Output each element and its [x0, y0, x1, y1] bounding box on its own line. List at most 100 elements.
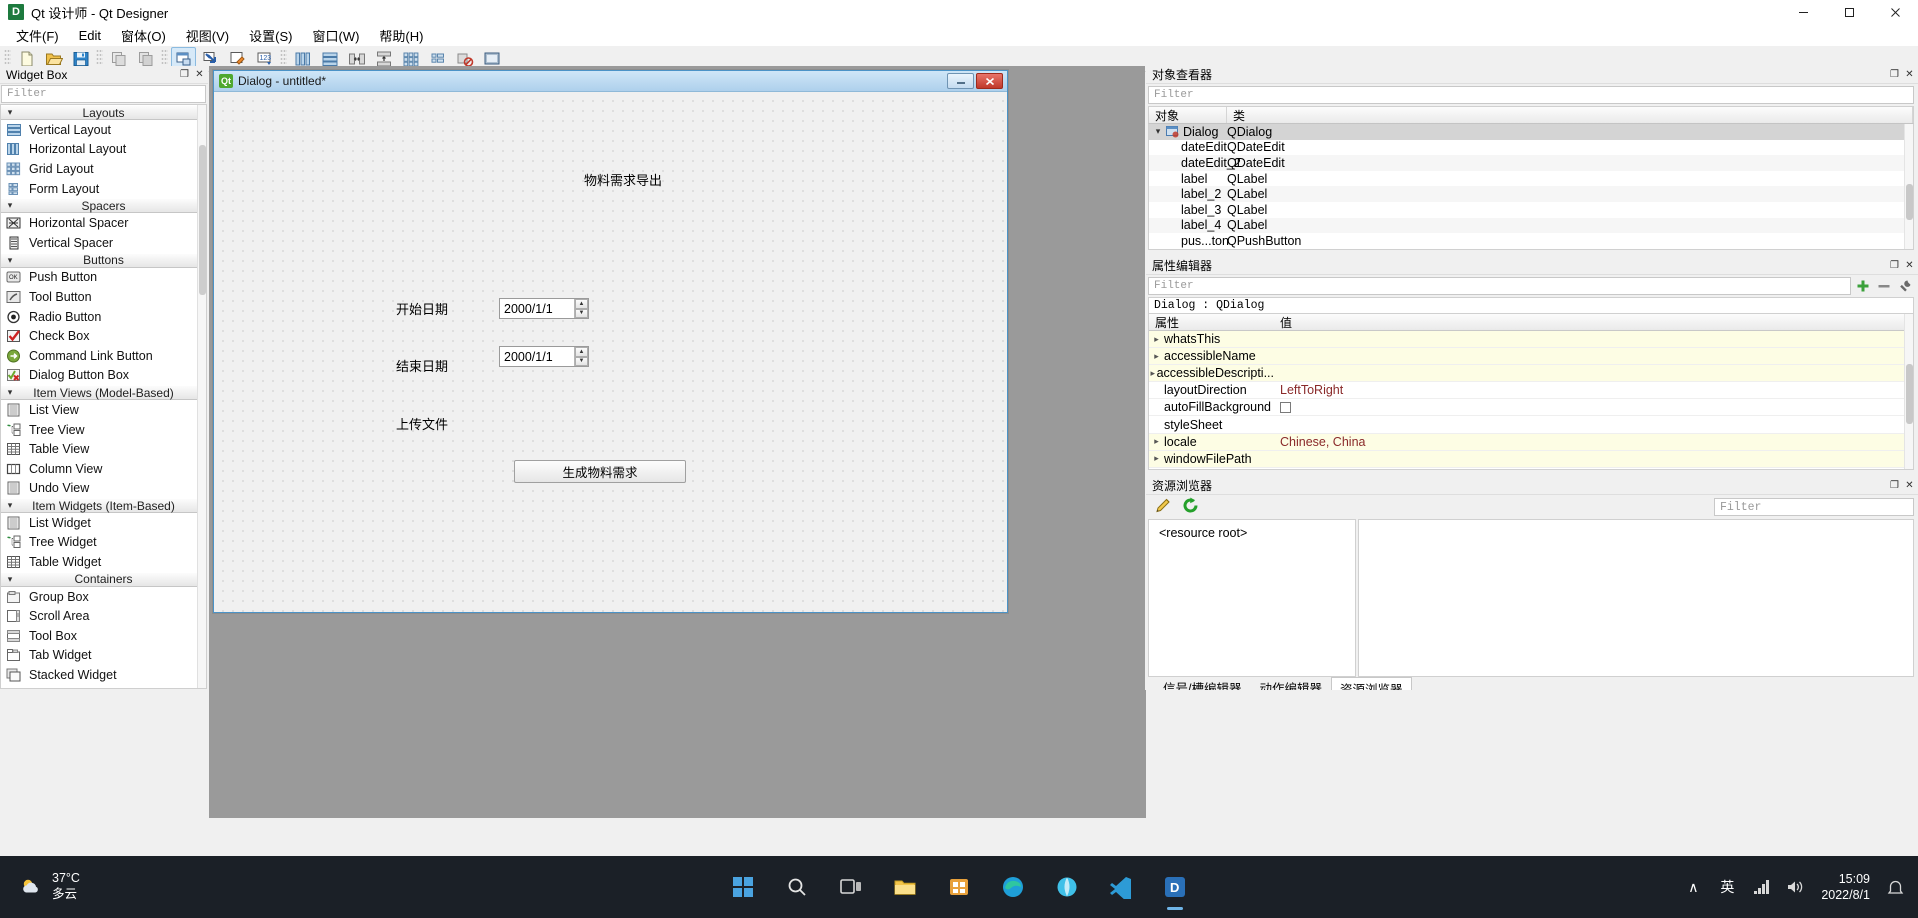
form-minimize-button[interactable] [947, 73, 974, 89]
widget-item-undo-view[interactable]: Undo View [1, 479, 206, 499]
form-heading-label[interactable]: 物料需求导出 [584, 170, 662, 189]
plus-icon[interactable] [1854, 277, 1872, 295]
property-grid-scroll-thumb[interactable] [1906, 364, 1913, 424]
widget-item-group-box[interactable]: Group Box [1, 587, 206, 607]
widget-item-tree-view[interactable]: Tree View [1, 420, 206, 440]
column-class[interactable]: 类 [1227, 107, 1913, 123]
widget-box-float-icon[interactable]: ❐ [178, 68, 191, 81]
property-value[interactable] [1274, 450, 1913, 467]
object-inspector-float-icon[interactable]: ❐ [1888, 68, 1901, 81]
widget-box-scrollbar[interactable] [197, 105, 206, 688]
widget-item-list-widget[interactable]: List Widget [1, 513, 206, 533]
menu-view[interactable]: 视图(V) [176, 24, 239, 47]
vscode-button[interactable] [1102, 868, 1140, 906]
widget-box-list[interactable]: ▾ Layouts Vertical Layout Horizontal Lay… [0, 104, 207, 689]
resource-browser-filter-input[interactable]: Filter [1714, 498, 1914, 516]
widget-item-grid-layout[interactable]: Grid Layout [1, 159, 206, 179]
widget-item-table-widget[interactable]: Table Widget [1, 552, 206, 572]
property-row-accessibledescription[interactable]: ▸ accessibleDescripti... [1149, 365, 1913, 383]
end-date-spinner[interactable]: ▲ ▼ [574, 347, 588, 366]
qt-designer-button[interactable]: D [1156, 868, 1194, 906]
tree-row[interactable]: dateEdit_2 QDateEdit [1149, 155, 1913, 171]
property-row-stylesheet[interactable]: styleSheet [1149, 416, 1913, 434]
widget-item-column-view[interactable]: Column View [1, 459, 206, 479]
widget-item-scroll-area[interactable]: Scroll Area [1, 606, 206, 626]
end-date-label[interactable]: 结束日期 [396, 356, 448, 375]
column-value[interactable]: 值 [1274, 314, 1913, 330]
property-value[interactable] [1274, 365, 1913, 382]
widget-item-tab-widget[interactable]: Tab Widget [1, 646, 206, 666]
widget-box-filter-input[interactable]: Filter [1, 85, 206, 103]
property-value[interactable] [1274, 399, 1913, 416]
resource-browser-close-icon[interactable]: ✕ [1903, 479, 1916, 492]
chevron-down-icon[interactable]: ▾ [1151, 126, 1165, 137]
object-inspector-filter-input[interactable]: Filter [1148, 86, 1914, 104]
property-value[interactable]: LeftToRight [1274, 382, 1913, 399]
chevron-right-icon[interactable]: ▸ [1149, 334, 1164, 345]
form-canvas[interactable]: 物料需求导出 开始日期 2000/1/1 ▲ ▼ 结束日期 2000/1/1 ▲… [214, 92, 1007, 612]
property-editor-float-icon[interactable]: ❐ [1888, 259, 1901, 272]
chevron-up-icon[interactable]: ∧ [1683, 877, 1703, 897]
wrench-icon[interactable] [1896, 277, 1914, 295]
menu-form[interactable]: 窗体(O) [111, 24, 176, 47]
property-row-autofillbackground[interactable]: autoFillBackground [1149, 399, 1913, 417]
notification-icon[interactable] [1884, 879, 1906, 896]
object-inspector-scroll-thumb[interactable] [1906, 184, 1913, 220]
tree-row[interactable]: label_2 QLabel [1149, 186, 1913, 202]
browser-button[interactable] [1048, 868, 1086, 906]
object-inspector-close-icon[interactable]: ✕ [1903, 68, 1916, 81]
form-editor-workspace[interactable]: Qt Dialog - untitled* 物料需求导出 开始日期 2000/1… [209, 66, 1145, 690]
widget-item-tree-widget[interactable]: Tree Widget [1, 533, 206, 553]
widget-item-dialog-button-box[interactable]: Dialog Button Box [1, 366, 206, 386]
start-date-label[interactable]: 开始日期 [396, 299, 448, 318]
start-date-edit[interactable]: 2000/1/1 ▲ ▼ [499, 298, 589, 319]
widget-item-table-view[interactable]: Table View [1, 439, 206, 459]
tree-row[interactable]: pus...ton QPushButton [1149, 233, 1913, 249]
widget-item-stacked-widget[interactable]: Stacked Widget [1, 665, 206, 685]
widget-category-item-views[interactable]: ▾ Item Views (Model-Based) [1, 385, 206, 401]
widget-item-radio-button[interactable]: Radio Button [1, 307, 206, 327]
design-form-window[interactable]: Qt Dialog - untitled* 物料需求导出 开始日期 2000/1… [213, 70, 1008, 613]
form-close-button[interactable] [976, 73, 1003, 89]
store-button[interactable] [940, 868, 978, 906]
spin-up-icon[interactable]: ▲ [575, 299, 588, 309]
chevron-right-icon[interactable]: ▸ [1149, 453, 1164, 464]
property-value[interactable] [1274, 416, 1913, 433]
widget-item-horizontal-layout[interactable]: Horizontal Layout [1, 140, 206, 160]
widget-item-push-button[interactable]: OK Push Button [1, 268, 206, 288]
start-date-spinner[interactable]: ▲ ▼ [574, 299, 588, 318]
generate-requirement-button[interactable]: 生成物料需求 [514, 460, 686, 483]
widget-item-tool-box[interactable]: Tool Box [1, 626, 206, 646]
pencil-icon[interactable] [1154, 496, 1173, 518]
volume-icon[interactable] [1785, 877, 1805, 897]
file-explorer-button[interactable] [886, 868, 924, 906]
widget-item-tool-button[interactable]: Tool Button [1, 287, 206, 307]
end-date-edit[interactable]: 2000/1/1 ▲ ▼ [499, 346, 589, 367]
chevron-right-icon[interactable]: ▸ [1149, 351, 1164, 362]
widget-category-item-widgets[interactable]: ▾ Item Widgets (Item-Based) [1, 498, 206, 514]
task-view-button[interactable] [832, 868, 870, 906]
tree-row[interactable]: label_4 QLabel [1149, 217, 1913, 234]
clock[interactable]: 15:09 2022/8/1 [1821, 871, 1870, 904]
widget-box-scroll-thumb[interactable] [199, 145, 206, 295]
column-property[interactable]: 属性 [1149, 314, 1274, 330]
tree-row[interactable]: dateEdit QDateEdit [1149, 140, 1913, 156]
resource-root-label[interactable]: <resource root> [1159, 526, 1247, 540]
widget-category-containers[interactable]: ▾ Containers [1, 571, 206, 587]
widget-item-check-box[interactable]: Check Box [1, 326, 206, 346]
weather-widget[interactable]: 37°C 多云 [18, 871, 80, 902]
property-row-accessiblename[interactable]: ▸ accessibleName [1149, 348, 1913, 366]
spin-down-icon[interactable]: ▼ [575, 308, 588, 318]
minus-icon[interactable] [1875, 277, 1893, 295]
widget-item-horizontal-spacer[interactable]: Horizontal Spacer [1, 213, 206, 233]
property-row-locale[interactable]: ▸ locale Chinese, China [1149, 433, 1913, 451]
chevron-right-icon[interactable]: ▸ [1149, 368, 1157, 379]
menu-file[interactable]: 文件(F) [6, 24, 69, 47]
end-date-value[interactable]: 2000/1/1 [500, 350, 574, 364]
widget-category-buttons[interactable]: ▾ Buttons [1, 252, 206, 268]
start-button[interactable] [724, 868, 762, 906]
menu-help[interactable]: 帮助(H) [369, 24, 433, 47]
property-value[interactable]: Chinese, China [1274, 433, 1913, 450]
autofillbackground-checkbox[interactable] [1280, 401, 1291, 413]
spin-up-icon[interactable]: ▲ [575, 347, 588, 357]
